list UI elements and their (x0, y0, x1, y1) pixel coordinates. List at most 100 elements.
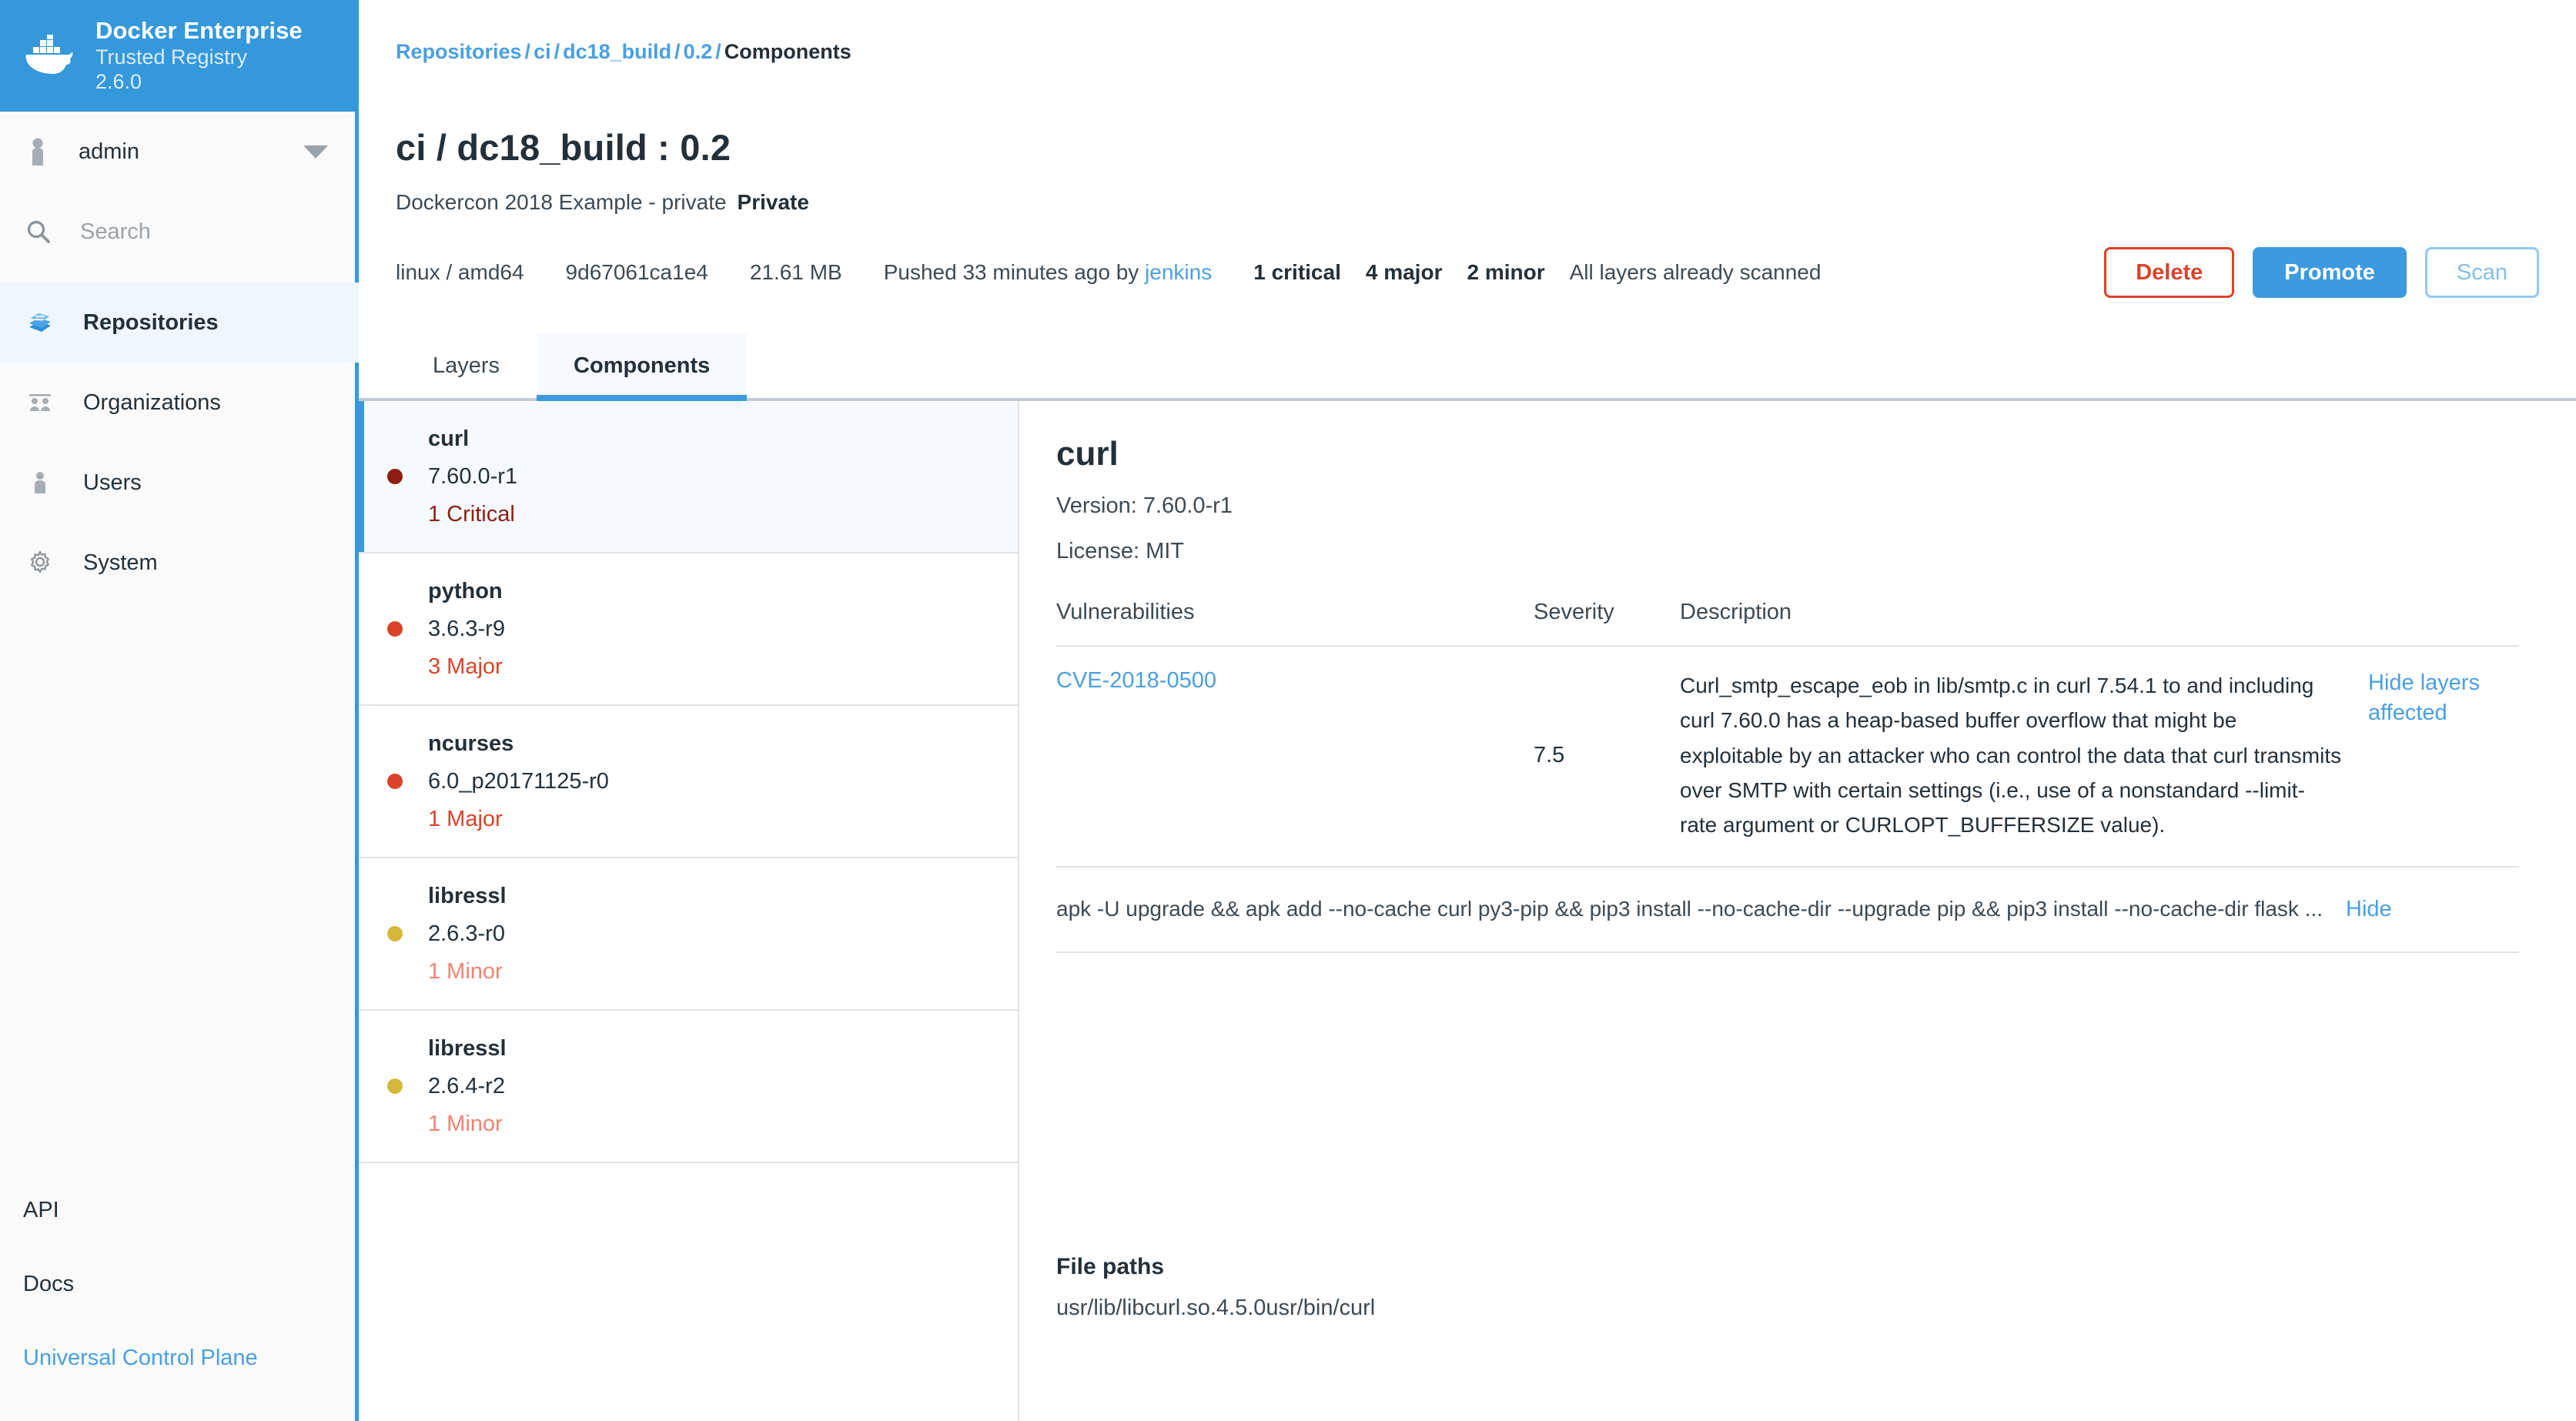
brand-title: Docker Enterprise (95, 17, 303, 45)
column-header-vulnerabilities: Vulnerabilities (1056, 600, 1195, 624)
component-severity: 1 Critical (428, 501, 515, 527)
breadcrumb-separator: / (524, 40, 531, 63)
search-input[interactable]: Search (0, 192, 359, 272)
component-version: 2.6.4-r2 (428, 1073, 505, 1098)
detail-license: License: MIT (1056, 539, 1184, 563)
breadcrumb-current: Components (724, 40, 851, 63)
tab-bar: Layers Components (359, 333, 2576, 401)
breadcrumb-separator: / (554, 40, 560, 63)
promote-button[interactable]: Promote (2253, 247, 2407, 298)
visibility-badge: Private (737, 190, 809, 214)
tab-components[interactable]: Components (537, 333, 748, 401)
layer-command: apk -U upgrade && apk add --no-cache cur… (1056, 897, 2323, 921)
component-info: ncurses 6.0_p20171125-r0 1 Major (428, 731, 609, 832)
organizations-icon (26, 389, 54, 416)
brand-subtitle: Trusted Registry (95, 45, 248, 69)
search-icon (27, 220, 50, 243)
tab-layers[interactable]: Layers (396, 333, 537, 398)
hide-layer-link[interactable]: Hide (2346, 897, 2392, 922)
sidebar-item-label: Organizations (83, 390, 221, 415)
sidebar-item-users[interactable]: Users (0, 443, 359, 523)
component-list-item[interactable]: curl 7.60.0-r1 1 Critical (359, 401, 1018, 553)
component-severity: 1 Minor (428, 1111, 503, 1136)
vulnerability-description: Curl_smtp_escape_eob in lib/smtp.c in cu… (1680, 674, 2342, 838)
severity-dot-icon (387, 1078, 403, 1094)
user-name: admin (79, 139, 139, 164)
severity-major-count: 4 major (1365, 260, 1443, 284)
layer-command-row: apk -U upgrade && apk add --no-cache cur… (1056, 868, 2519, 953)
sidebar-item-label: Users (83, 470, 142, 495)
component-name: libressl (428, 1035, 507, 1061)
action-buttons: Delete Promote Scan (2104, 247, 2539, 298)
docker-whale-icon (25, 34, 73, 74)
file-paths-section: File paths usr/lib/libcurl.so.4.5.0usr/b… (1056, 1254, 1375, 1321)
component-severity: 3 Major (428, 654, 503, 679)
image-meta-row: linux / amd64 9d67061ca1e4 21.61 MB Push… (359, 247, 2576, 298)
brand-version: 2.6.0 (95, 69, 142, 93)
sidebar-item-label: System (83, 550, 158, 575)
sidebar-nav: Repositories Organizations Users System (0, 283, 359, 603)
sidebar-item-system[interactable]: System (0, 523, 359, 603)
repo-description: Dockercon 2018 Example - private (396, 190, 727, 214)
component-list-item[interactable]: python 3.6.3-r9 3 Major (359, 553, 1018, 706)
meta-digest: 9d67061ca1e4 (565, 260, 708, 284)
user-menu[interactable]: admin (0, 112, 359, 192)
sidebar-item-organizations[interactable]: Organizations (0, 363, 359, 443)
severity-minor-count: 2 minor (1467, 260, 1545, 284)
component-info: python 3.6.3-r9 3 Major (428, 579, 505, 680)
breadcrumb-separator: / (715, 40, 721, 63)
breadcrumb-item-dc18-build[interactable]: dc18_build (563, 40, 671, 63)
component-name: libressl (428, 883, 507, 908)
breadcrumb-item-tag[interactable]: 0.2 (684, 40, 713, 63)
component-name: ncurses (428, 731, 514, 756)
repositories-icon (26, 309, 54, 336)
detail-version: Version: 7.60.0-r1 (1056, 493, 1233, 518)
breadcrumb-item-ci[interactable]: ci (534, 40, 551, 63)
table-row: CVE-2018-0500 7.5 Curl_smtp_escape_eob i… (1056, 647, 2519, 868)
sidebar-link-universal-control-plane[interactable]: Universal Control Plane (0, 1321, 359, 1395)
table-header-row: Vulnerabilities Severity Description (1056, 600, 2519, 647)
cve-link[interactable]: CVE-2018-0500 (1056, 668, 1216, 693)
sidebar-item-label: Repositories (83, 309, 219, 335)
breadcrumb-separator: / (674, 40, 681, 63)
sidebar-link-api[interactable]: API (0, 1173, 359, 1247)
sidebar-item-repositories[interactable]: Repositories (0, 283, 359, 363)
delete-button[interactable]: Delete (2104, 247, 2235, 298)
components-panel: curl 7.60.0-r1 1 Critical python 3.6.3-r… (359, 401, 2576, 1421)
layers-toggle-cell: Hide layers affected (2342, 668, 2519, 843)
severity-dot-icon (387, 621, 403, 637)
users-icon (26, 469, 54, 497)
meta-platform: linux / amd64 (396, 260, 524, 284)
scan-button[interactable]: Scan (2424, 247, 2539, 298)
component-list-item[interactable]: ncurses 6.0_p20171125-r0 1 Major (359, 706, 1018, 858)
column-header-description: Description (1680, 600, 1792, 624)
component-severity: 1 Minor (428, 958, 503, 984)
sidebar-link-docs[interactable]: Docs (0, 1247, 359, 1321)
file-paths-value: usr/lib/libcurl.so.4.5.0usr/bin/curl (1056, 1296, 1376, 1320)
component-detail: curl Version: 7.60.0-r1 License: MIT Vul… (1019, 401, 2576, 1421)
component-list-item[interactable]: libressl 2.6.4-r2 1 Minor (359, 1011, 1018, 1163)
component-name: python (428, 578, 503, 604)
person-icon (32, 138, 43, 166)
breadcrumb: Repositories / ci / dc18_build/0.2/Component… (396, 40, 851, 64)
severity-dot-icon (387, 926, 403, 941)
component-list: curl 7.60.0-r1 1 Critical python 3.6.3-r… (359, 401, 1019, 1421)
chevron-down-icon[interactable] (303, 145, 328, 159)
meta-pushed-by-link[interactable]: jenkins (1145, 260, 1212, 284)
scan-status: All layers already scanned (1569, 260, 1822, 284)
sidebar-footer: API Docs Universal Control Plane (0, 1173, 359, 1421)
page-subline: Dockercon 2018 Example - private Private (396, 190, 2539, 215)
cve-cell: CVE-2018-0500 (1056, 668, 1534, 843)
component-list-item[interactable]: libressl 2.6.3-r0 1 Minor (359, 858, 1018, 1011)
search-placeholder: Search (80, 219, 151, 244)
component-version: 6.0_p20171125-r0 (428, 768, 609, 794)
component-version: 7.60.0-r1 (428, 463, 518, 489)
brand-header[interactable]: Docker Enterprise Trusted Registry 2.6.0 (0, 0, 359, 112)
vulnerability-table: Vulnerabilities Severity Description CVE… (1056, 600, 2519, 953)
component-version: 3.6.3-r9 (428, 616, 505, 641)
component-info: curl 7.60.0-r1 1 Critical (428, 426, 517, 527)
component-info: libressl 2.6.3-r0 1 Minor (428, 884, 507, 985)
breadcrumb-item-repositories[interactable]: Repositories (396, 40, 522, 63)
hide-layers-affected-link[interactable]: Hide layers affected (2368, 668, 2519, 728)
gear-icon (26, 549, 54, 577)
